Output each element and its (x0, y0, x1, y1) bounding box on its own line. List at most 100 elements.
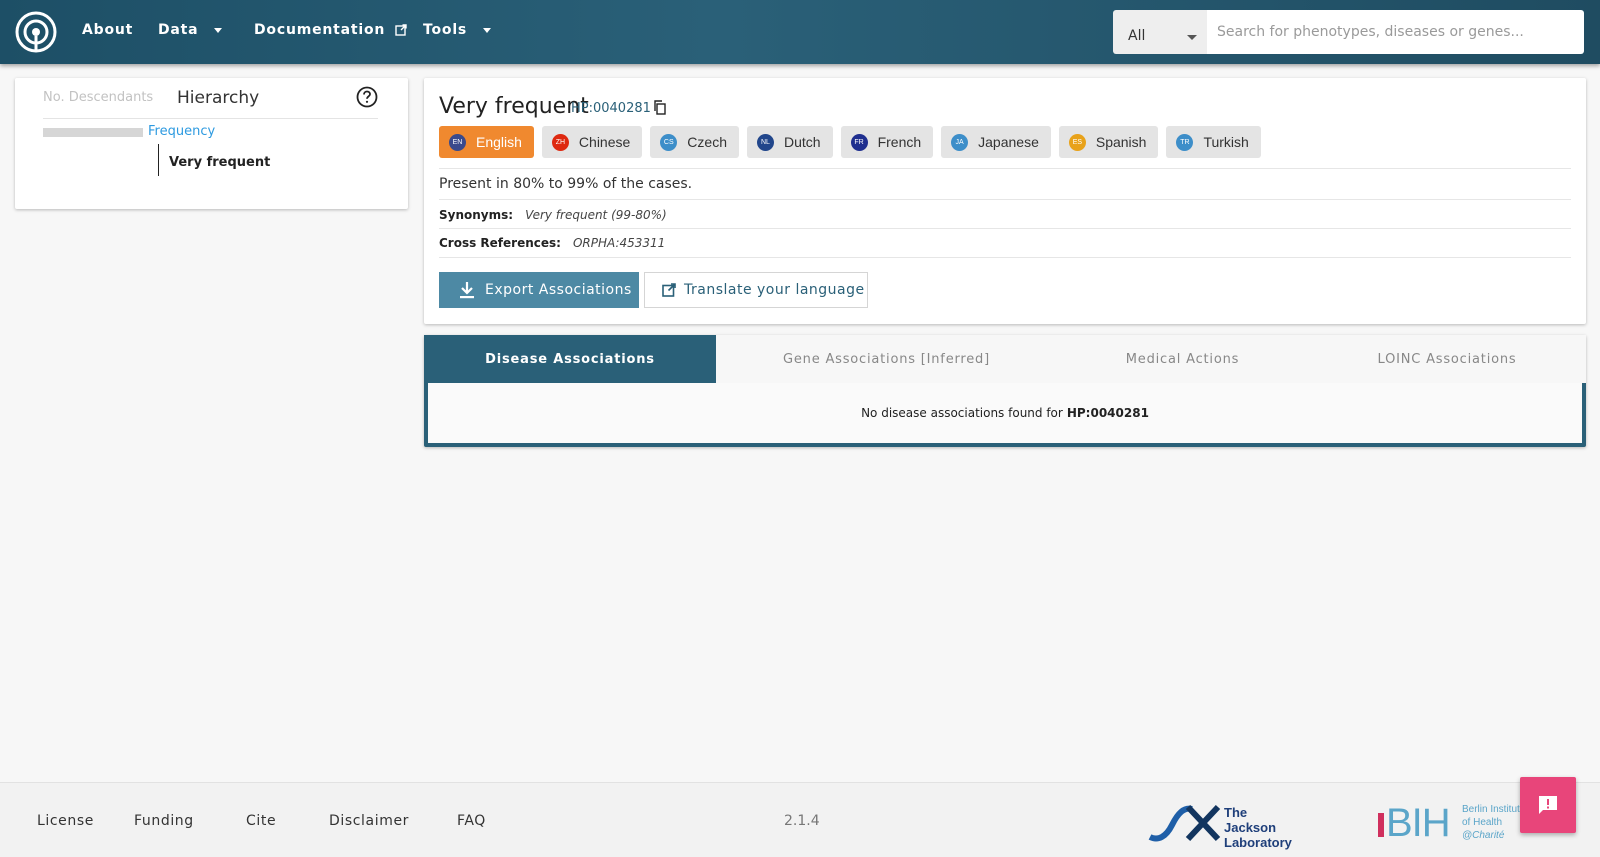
lang-button-french[interactable]: FR French (840, 126, 934, 158)
search-category-select[interactable]: All (1113, 10, 1207, 54)
export-associations-button[interactable]: Export Associations (439, 272, 639, 308)
term-title: Very frequent (439, 94, 589, 119)
nav-documentation-label: Documentation (254, 22, 386, 38)
search-category-value: All (1128, 28, 1146, 44)
jax-name-line2: Laboratory (1224, 835, 1292, 850)
lang-label: Czech (687, 134, 727, 150)
lang-label: Turkish (1203, 134, 1249, 150)
term-id: HP:0040281 (571, 101, 651, 116)
tab-descendants[interactable]: No. Descendants (43, 90, 153, 105)
lang-label: English (476, 134, 522, 150)
empty-term-id: HP:0040281 (1066, 406, 1149, 420)
external-link-icon (395, 24, 407, 36)
hierarchy-connector (158, 144, 159, 176)
footer-funding-link[interactable]: Funding (134, 813, 194, 829)
divider (439, 257, 1571, 258)
divider (439, 228, 1571, 229)
lang-button-dutch[interactable]: NL Dutch (746, 126, 833, 158)
tab-hierarchy[interactable]: Hierarchy (177, 88, 259, 108)
tab-gene-associations[interactable]: Gene Associations [Inferred] (716, 335, 1057, 383)
footer: License Funding Cite Disclaimer FAQ 2.1.… (0, 782, 1600, 857)
empty-text: No disease associations found for (861, 406, 1063, 420)
synonyms-row: Synonyms: Very frequent (99-80%) (439, 208, 667, 222)
footer-disclaimer-link[interactable]: Disclaimer (329, 813, 409, 829)
bih-name-line3: @Charité (1462, 830, 1505, 841)
flag-icon: CS (660, 133, 678, 151)
hierarchy-card: No. Descendants Hierarchy Frequency Very… (15, 78, 408, 209)
nav-documentation[interactable]: Documentation (254, 22, 407, 38)
associations-empty-message: No disease associations found for HP:004… (428, 383, 1582, 443)
nav-data[interactable]: Data (158, 22, 223, 38)
lang-button-chinese[interactable]: ZH Chinese (541, 126, 643, 158)
xrefs-value: ORPHA:453311 (572, 236, 666, 250)
lang-button-spanish[interactable]: ES Spanish (1058, 126, 1159, 158)
term-definition: Present in 80% to 99% of the cases. (439, 176, 693, 192)
xrefs-row: Cross References: ORPHA:453311 (439, 236, 665, 250)
flag-icon: ZH (551, 133, 569, 151)
hierarchy-parent-link[interactable]: Frequency (148, 124, 215, 139)
caret-down-icon (214, 27, 223, 33)
flag-icon: EN (449, 133, 466, 151)
descendants-bar (43, 128, 143, 137)
lang-label: Japanese (978, 134, 1039, 150)
synonyms-label: Synonyms: (439, 208, 514, 222)
top-navbar: About Data Documentation Tools All (0, 0, 1600, 64)
bih-logo[interactable]: BIH Berlin Institute of Health @Charité (1378, 801, 1530, 845)
divider (43, 118, 378, 119)
feedback-icon (1539, 796, 1557, 814)
help-icon[interactable] (356, 86, 378, 108)
footer-license-link[interactable]: License (37, 813, 94, 829)
lang-button-japanese[interactable]: JA Japanese (941, 126, 1051, 158)
export-label: Export Associations (485, 282, 632, 298)
download-icon (460, 282, 474, 299)
bih-name-line2: of Health (1462, 817, 1503, 828)
xrefs-label: Cross References: (439, 236, 561, 250)
flag-icon: FR (850, 133, 868, 151)
jax-logo-icon (1148, 804, 1221, 842)
app-version: 2.1.4 (784, 813, 820, 829)
footer-faq-link[interactable]: FAQ (457, 813, 486, 829)
lang-button-czech[interactable]: CS Czech (650, 126, 739, 158)
translate-language-button[interactable]: Translate your language (644, 272, 868, 308)
external-link-icon (662, 283, 676, 297)
footer-cite-link[interactable]: Cite (246, 813, 276, 829)
lang-label: Chinese (578, 134, 631, 150)
associations-tabs: Disease Associations Gene Associations [… (424, 335, 1586, 383)
lang-button-english[interactable]: EN English (439, 126, 534, 158)
jax-name-line1: The Jackson (1224, 805, 1277, 835)
nav-tools[interactable]: Tools (423, 22, 492, 38)
lang-button-turkish[interactable]: TR Turkish (1166, 126, 1261, 158)
flag-icon: ES (1068, 133, 1086, 151)
jackson-laboratory-logo[interactable]: The Jackson Laboratory (1148, 803, 1300, 850)
bih-name-line1: Berlin Institute (1462, 804, 1526, 815)
nav-about[interactable]: About (82, 22, 133, 38)
tab-loinc-associations[interactable]: LOINC Associations (1308, 335, 1586, 383)
hpo-logo-icon[interactable] (14, 10, 58, 54)
lang-label: Spanish (1095, 134, 1147, 150)
nav-about-label: About (82, 22, 134, 38)
translate-label: Translate your language (684, 282, 865, 298)
hierarchy-current-term: Very frequent (169, 155, 271, 170)
lang-label: Dutch (783, 134, 821, 150)
tab-disease-associations[interactable]: Disease Associations (424, 335, 716, 383)
term-card: Very frequent HP:0040281 EN English ZH C… (424, 78, 1586, 324)
flag-icon: TR (1176, 133, 1194, 151)
flag-icon: JA (951, 133, 969, 151)
bih-mark-bar (1378, 813, 1384, 837)
caret-down-icon (483, 27, 492, 33)
language-selector: EN English ZH Chinese CS Czech NL Dutch … (439, 126, 1261, 158)
divider (439, 199, 1571, 200)
divider (439, 168, 1571, 169)
bih-mark-text: BIH (1386, 801, 1451, 845)
tab-medical-actions[interactable]: Medical Actions (1057, 335, 1308, 383)
nav-tools-label: Tools (423, 22, 468, 38)
flag-icon: NL (756, 133, 774, 151)
search-input[interactable] (1207, 10, 1584, 54)
caret-down-icon (1187, 35, 1197, 40)
associations-card: Disease Associations Gene Associations [… (424, 335, 1586, 447)
copy-icon[interactable] (653, 100, 666, 115)
feedback-button[interactable] (1520, 777, 1576, 833)
lang-label: French (877, 134, 922, 150)
synonyms-value: Very frequent (99-80%) (525, 208, 667, 222)
nav-data-label: Data (158, 22, 199, 38)
